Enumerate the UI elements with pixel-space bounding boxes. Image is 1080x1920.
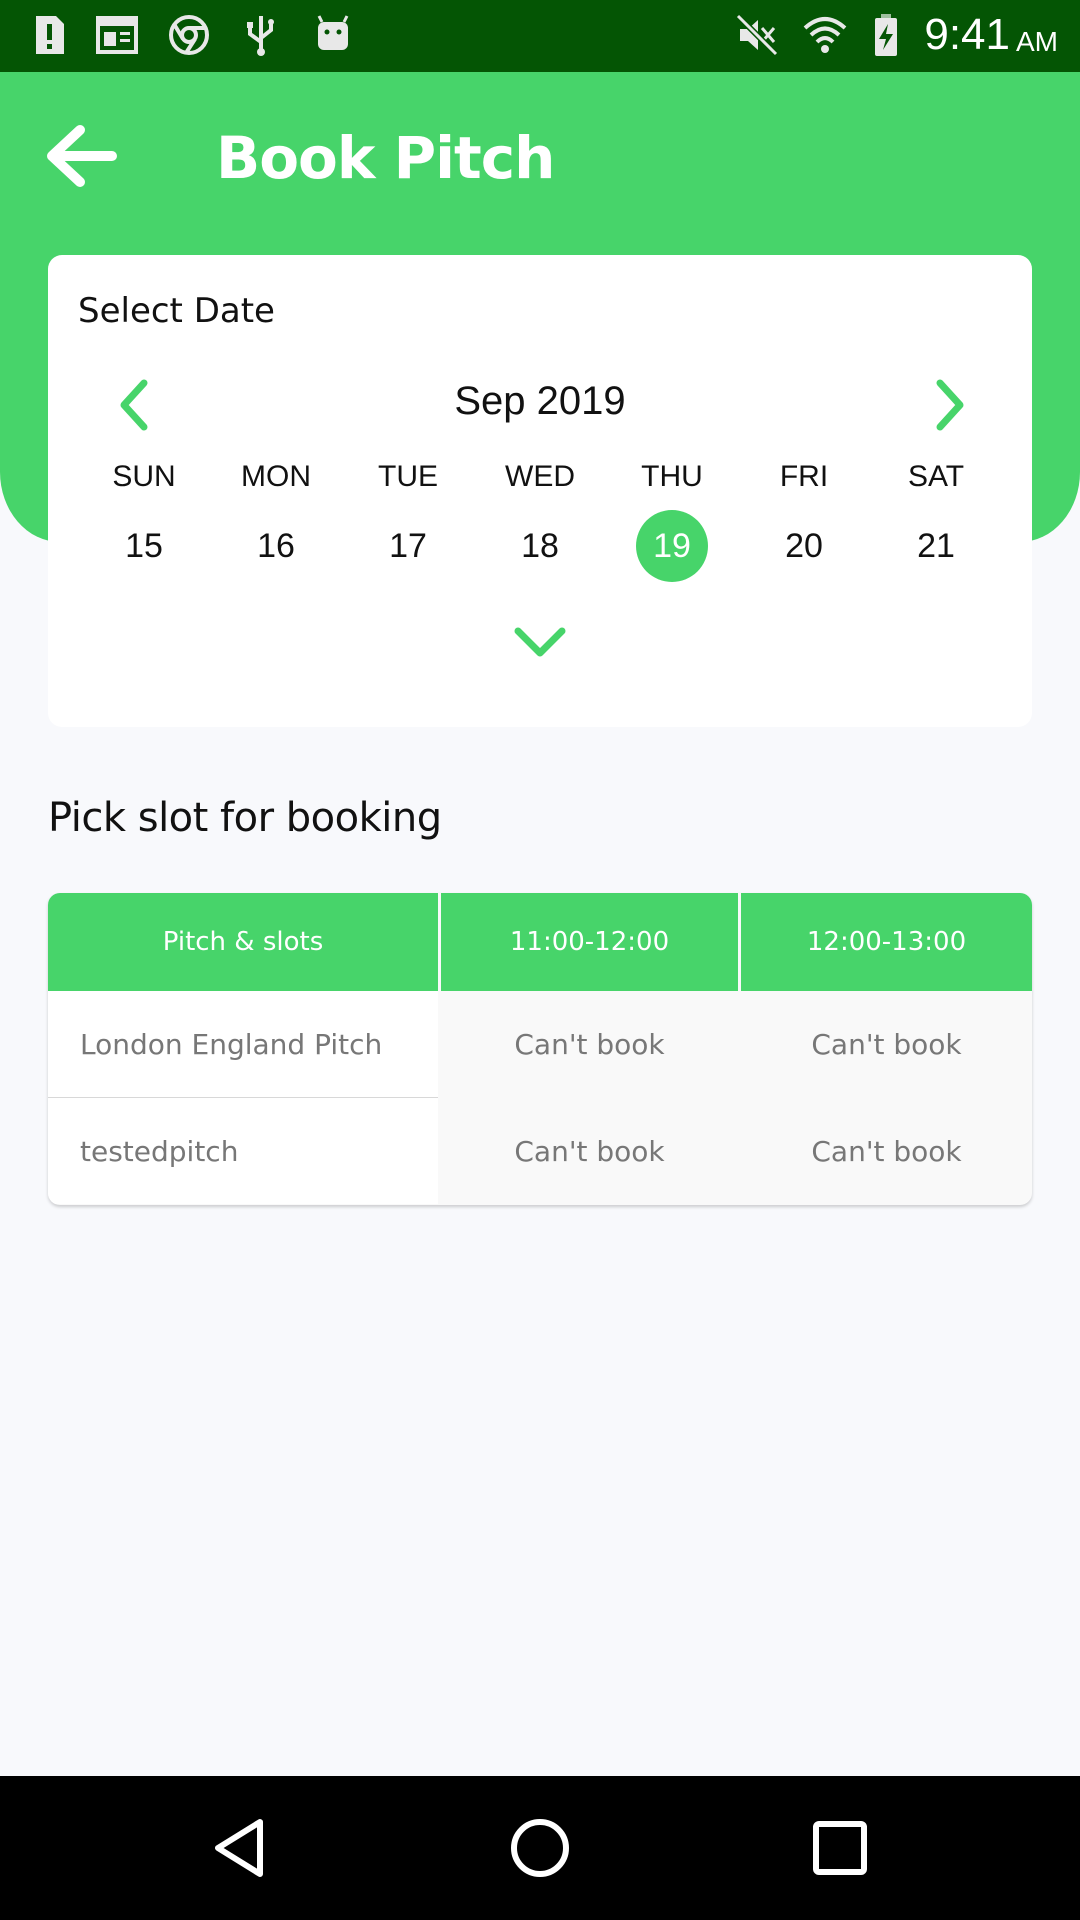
- day-cell[interactable]: 15: [78, 510, 210, 582]
- weekday-sat: SAT: [907, 460, 965, 493]
- select-date-label: Select Date: [78, 291, 275, 331]
- day-number: 21: [917, 527, 955, 565]
- recents-square-icon[interactable]: [804, 1812, 876, 1884]
- mute-icon: [735, 13, 779, 57]
- header-pitch-slots: Pitch & slots: [48, 893, 438, 991]
- navigation-bar: [0, 1776, 1080, 1920]
- day-cell[interactable]: 18: [474, 510, 606, 582]
- day-cell[interactable]: 17: [342, 510, 474, 582]
- status-bar: 9:41 AM: [0, 0, 1080, 72]
- pitch-name: London England Pitch: [48, 991, 438, 1097]
- chevron-down-icon[interactable]: [510, 623, 570, 663]
- usb-icon: [247, 16, 274, 56]
- header-slot-1: 11:00-12:00: [441, 893, 738, 991]
- day-number: 17: [389, 527, 427, 565]
- weekday-thu: THU: [641, 460, 703, 493]
- slot-cell[interactable]: Can't book: [441, 991, 738, 1097]
- page-title: Book Pitch: [216, 124, 555, 192]
- day-cell-selected[interactable]: 19: [606, 510, 738, 582]
- slot-cell[interactable]: Can't book: [741, 991, 1032, 1097]
- weekday-mon: MON: [241, 460, 311, 493]
- day-number: 19: [653, 527, 691, 565]
- clock-ampm: AM: [1016, 26, 1058, 57]
- day-cell[interactable]: 21: [870, 510, 1002, 582]
- header-slot-2: 12:00-13:00: [741, 893, 1032, 991]
- slot-cell[interactable]: Can't book: [741, 1098, 1032, 1204]
- weekday-fri: FRI: [779, 460, 829, 493]
- month-label: Sep 2019: [454, 379, 626, 423]
- back-arrow-icon[interactable]: [42, 118, 122, 198]
- slot-cell[interactable]: Can't book: [441, 1098, 738, 1204]
- date-picker-card: Select Date Sep 2019 SUN MON TUE WED THU…: [48, 255, 1032, 727]
- day-cell[interactable]: 16: [210, 510, 342, 582]
- day-row: 15 16 17 18 19 20 21: [78, 510, 1002, 582]
- clock: 9:41: [924, 10, 1010, 59]
- newspaper-icon: [96, 16, 138, 54]
- section-title: Pick slot for booking: [48, 795, 442, 841]
- weekday-row: SUN MON TUE WED THU FRI SAT: [78, 460, 1002, 494]
- day-cell[interactable]: 20: [738, 510, 870, 582]
- weekday-tue: TUE: [378, 460, 438, 493]
- android-icon: [317, 15, 349, 50]
- wifi-icon: [803, 17, 847, 53]
- weekday-wed: WED: [505, 460, 575, 493]
- battery-charging-icon: [875, 14, 897, 56]
- chevron-right-icon[interactable]: [924, 375, 974, 435]
- back-triangle-icon[interactable]: [204, 1812, 276, 1884]
- day-number: 18: [521, 527, 559, 565]
- alert-icon: [36, 16, 64, 54]
- home-circle-icon[interactable]: [504, 1812, 576, 1884]
- chrome-icon: [169, 15, 209, 55]
- day-number: 15: [125, 527, 163, 565]
- day-number: 16: [257, 527, 295, 565]
- pitch-name: testedpitch: [48, 1098, 438, 1204]
- slots-table: Pitch & slots 11:00-12:00 12:00-13:00 Lo…: [48, 893, 1032, 1205]
- day-number: 20: [785, 527, 823, 565]
- weekday-sun: SUN: [112, 460, 176, 493]
